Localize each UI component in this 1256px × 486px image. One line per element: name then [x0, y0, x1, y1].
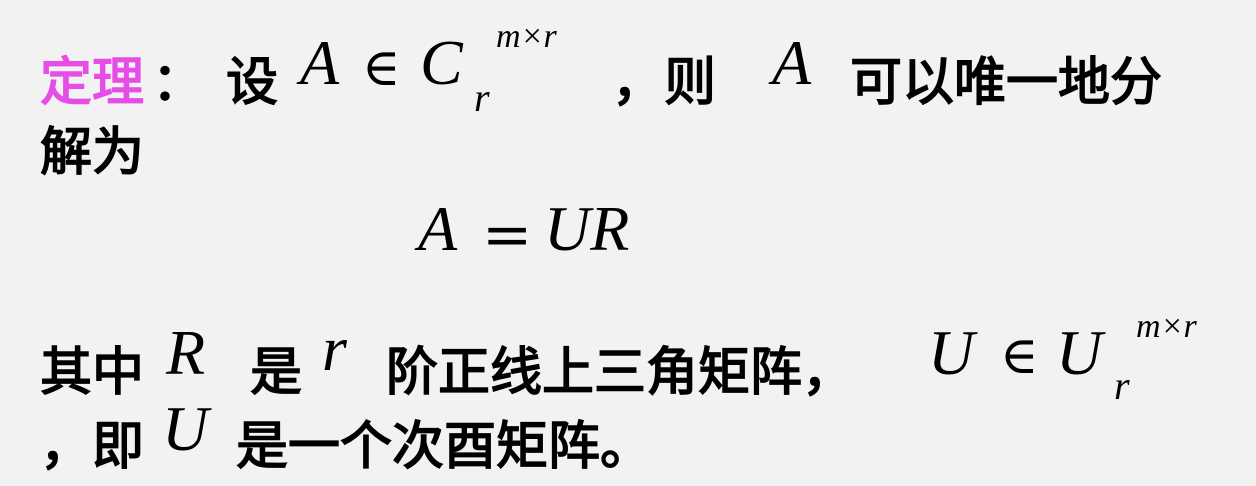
- text-line4-end: 是一个次酉矩阵。: [236, 417, 653, 477]
- theorem-label: 定理: [40, 53, 145, 113]
- formula-A: A: [418, 193, 458, 264]
- set-U-superscript: m×r: [1136, 308, 1197, 345]
- text-she: 设: [226, 53, 279, 113]
- theorem-colon: ：: [152, 53, 205, 113]
- set-U-subscript: r: [1114, 363, 1130, 408]
- set-C: C: [420, 27, 463, 98]
- matrix-A: A: [300, 27, 340, 98]
- rank-r: r: [322, 313, 347, 384]
- matrix-R: R: [166, 317, 206, 388]
- text-line4-start: ，即: [40, 417, 145, 477]
- text-line2: 解为: [40, 123, 145, 183]
- element-of-symbol: ∈: [362, 38, 401, 98]
- text-comma-ze: ，则: [612, 53, 717, 113]
- text-qizhong: 其中: [40, 343, 145, 403]
- formula-UR: UR: [544, 193, 630, 264]
- set-C-superscript: m×r: [496, 18, 557, 55]
- formula-equals: =: [482, 200, 533, 270]
- matrix-A-2: A: [772, 27, 812, 98]
- text-shi-1: 是: [250, 343, 303, 403]
- element-of-symbol-2: ∈: [1000, 326, 1039, 386]
- set-U: U: [1056, 317, 1103, 388]
- matrix-U: U: [928, 317, 975, 388]
- matrix-U-2: U: [162, 393, 209, 464]
- text-rest-line1: 可以唯一地分: [850, 53, 1163, 113]
- set-C-subscript: r: [474, 75, 490, 120]
- text-mid-line3: 阶正线上三角矩阵，: [386, 343, 855, 403]
